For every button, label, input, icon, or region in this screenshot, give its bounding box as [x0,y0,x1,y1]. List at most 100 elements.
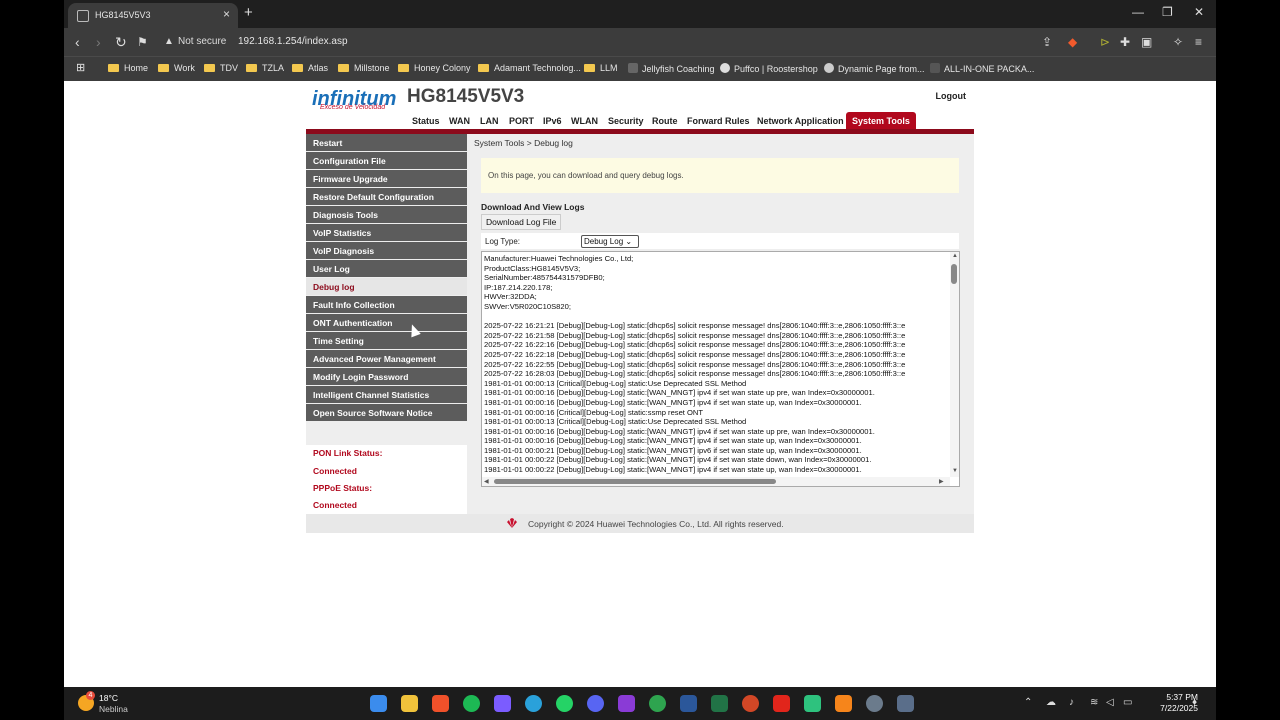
chevron-up-icon[interactable]: ⌃ [1024,697,1032,708]
log-line: 2025-07-22 16:21:58 [Debug][Debug-Log] s… [484,330,906,340]
tab-ipv6[interactable]: IPv6 [543,116,562,126]
forward-icon[interactable]: › [96,34,101,50]
bookmark-item[interactable]: Puffco | Roostershop [720,63,818,74]
bookmark-item[interactable]: Atlas [292,63,328,73]
settings-gear-icon[interactable] [866,695,883,712]
bookmark-icon[interactable]: ⚑ [137,35,148,49]
sidebar-item-restart[interactable]: Restart [306,134,467,151]
sidebar-item-user-log[interactable]: User Log [306,260,467,277]
log-type-select[interactable]: Debug Log ⌄ [581,235,639,248]
tab-route[interactable]: Route [652,116,678,126]
tab-network-application[interactable]: Network Application [757,116,844,126]
download-log-button[interactable]: Download Log File [481,214,562,230]
reload-icon[interactable]: ↻ [115,34,127,51]
restore-icon[interactable]: ❐ [1162,5,1173,19]
leo-icon[interactable]: ✧ [1173,35,1183,49]
sidebar-item-time-setting[interactable]: Time Setting [306,332,467,349]
new-tab-icon[interactable]: + [244,4,253,21]
sidebar-item-channel-statistics[interactable]: Intelligent Channel Statistics [306,386,467,403]
browser-tab[interactable]: HG8145V5V3 × [68,3,238,28]
snipping-tool-icon[interactable] [897,695,914,712]
bookmark-item[interactable]: TZLA [246,63,284,73]
bookmark-item[interactable]: LLM [584,63,618,73]
bookmark-item[interactable]: Home [108,63,148,73]
extensions-icon[interactable]: ✚ [1120,35,1130,49]
menu-icon[interactable]: ≡ [1195,35,1202,49]
chevron-down-icon: ⌄ [625,237,633,246]
microphone-icon[interactable]: ♪ [1069,697,1074,708]
scroll-left-icon[interactable]: ◀ [484,478,489,485]
apps-icon[interactable]: ⊞ [76,61,85,74]
sidebar-item-open-source[interactable]: Open Source Software Notice [306,404,467,421]
sidebar-item-power-management[interactable]: Advanced Power Management [306,350,467,367]
tab-port[interactable]: PORT [509,116,534,126]
start-icon[interactable] [370,695,387,712]
vertical-scroll-thumb[interactable] [951,264,957,284]
close-tab-icon[interactable]: × [223,7,230,21]
bookmark-item[interactable]: Honey Colony [398,63,471,73]
bookmark-item[interactable]: ALL-IN-ONE PACKA... [930,63,1034,74]
minimize-icon[interactable]: — [1132,5,1144,19]
messenger-icon[interactable] [587,695,604,712]
tab-lan[interactable]: LAN [480,116,499,126]
scroll-down-icon[interactable]: ▼ [952,468,958,474]
rewards-icon[interactable]: ⊳ [1100,35,1110,49]
tab-forward-rules[interactable]: Forward Rules [687,116,750,126]
share-icon[interactable]: ⇪ [1042,35,1052,49]
tab-system-tools[interactable]: System Tools [846,112,916,129]
sidebar-item-firmware-upgrade[interactable]: Firmware Upgrade [306,170,467,187]
bookmark-item[interactable]: Millstone [338,63,390,73]
bookmark-item[interactable]: Jellyfish Coaching [628,63,715,74]
brave-shield-icon[interactable]: ◆ [1068,35,1077,49]
sidebar-item-fault-info[interactable]: Fault Info Collection [306,296,467,313]
acrobat-icon[interactable] [773,695,790,712]
tab-security[interactable]: Security [608,116,644,126]
tab-status[interactable]: Status [412,116,440,126]
spotify-icon[interactable] [463,695,480,712]
horizontal-scroll-thumb[interactable] [494,479,776,484]
bookmark-item[interactable]: Work [158,63,195,73]
sidebar-item-diagnosis-tools[interactable]: Diagnosis Tools [306,206,467,223]
sidebar-item-debug-log[interactable]: Debug log [306,278,467,295]
brave-icon[interactable] [432,695,449,712]
vertical-scrollbar[interactable]: ▲ ▼ [950,252,959,477]
sidebar-item-modify-password[interactable]: Modify Login Password [306,368,467,385]
section-title: Download And View Logs [481,202,585,212]
file-explorer-icon[interactable] [401,695,418,712]
wifi-icon[interactable]: ≋ [1090,697,1098,708]
horizontal-scrollbar[interactable]: ◀ ▶ [482,477,950,486]
volume-icon[interactable]: ◁ [1106,697,1114,708]
whatsapp-icon[interactable] [556,695,573,712]
telegram-icon[interactable] [525,695,542,712]
word-icon[interactable] [680,695,697,712]
screen-recorder-icon[interactable] [618,695,635,712]
excel-icon[interactable] [711,695,728,712]
log-textarea[interactable]: Manufacturer:Huawei Technologies Co., Lt… [481,251,960,487]
sidebar-item-voip-statistics[interactable]: VoIP Statistics [306,224,467,241]
bookmark-item[interactable]: TDV [204,63,238,73]
bookmark-item[interactable]: Dynamic Page from... [824,63,925,74]
scroll-right-icon[interactable]: ▶ [939,478,944,485]
tab-wan[interactable]: WAN [449,116,470,126]
sidebar-item-voip-diagnosis[interactable]: VoIP Diagnosis [306,242,467,259]
sidebar-item-restore-default[interactable]: Restore Default Configuration [306,188,467,205]
onedrive-icon[interactable]: ☁ [1046,697,1056,708]
tab-wlan[interactable]: WLAN [571,116,598,126]
scroll-up-icon[interactable]: ▲ [952,253,958,259]
sidebar-item-ont-authentication[interactable]: ONT Authentication [306,314,467,331]
notification-bell-icon[interactable]: ♦ [1192,697,1197,708]
address-bar[interactable]: ▲ Not secure 192.168.1.254/index.asp [156,31,1096,53]
mail-icon[interactable] [494,695,511,712]
sidebar-item-configuration-file[interactable]: Configuration File [306,152,467,169]
sidebar-item-label: VoIP Diagnosis [313,246,375,256]
metamask-icon[interactable] [835,695,852,712]
bookmark-item[interactable]: Adamant Technolog... [478,63,581,73]
wallet-icon[interactable]: ▣ [1141,35,1152,49]
logout-link[interactable]: Logout [936,91,967,101]
close-window-icon[interactable]: ✕ [1194,5,1204,19]
notepad-icon[interactable] [804,695,821,712]
battery-icon[interactable]: ▭ [1123,697,1132,708]
powerpoint-icon[interactable] [742,695,759,712]
grammarly-icon[interactable] [649,695,666,712]
back-icon[interactable]: ‹ [75,34,80,50]
